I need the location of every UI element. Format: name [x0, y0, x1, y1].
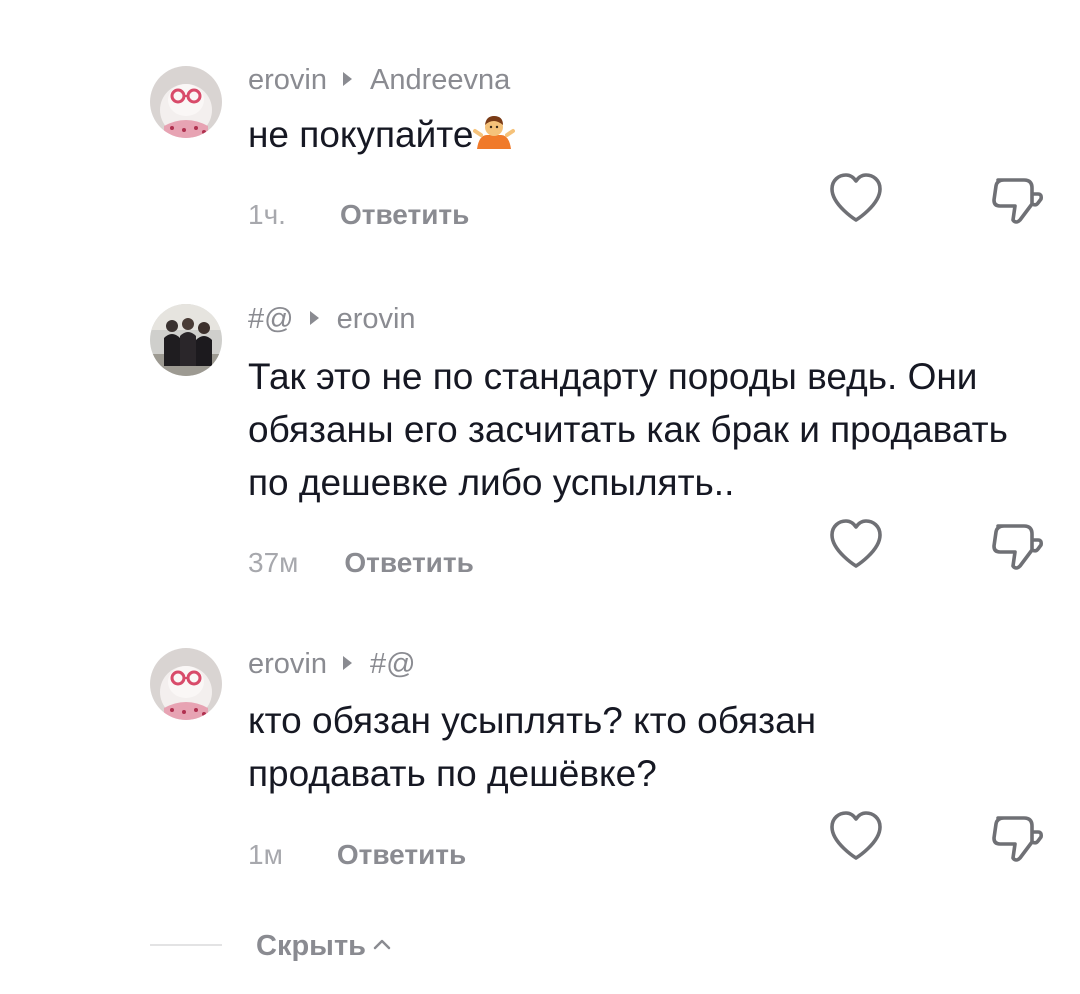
comment-header: erovin Andreevna — [248, 62, 510, 98]
chevron-up-icon — [373, 939, 391, 950]
thumbs-down-outline-icon — [992, 524, 1043, 570]
comment-text: не покупайте — [248, 108, 1048, 167]
reply-to-name[interactable]: erovin — [337, 303, 416, 335]
avatar[interactable] — [150, 66, 222, 138]
comment-header: #@ erovin — [248, 301, 416, 337]
reply-to-name[interactable]: #@ — [370, 648, 416, 680]
heart-outline-icon — [830, 811, 882, 860]
thumbs-down-outline-icon — [992, 816, 1043, 862]
heart-outline-icon — [830, 173, 882, 222]
comment-meta: 1ч. Ответить — [248, 198, 469, 232]
reply-arrow-icon — [343, 656, 352, 670]
heart-outline-icon — [830, 519, 882, 568]
avatar[interactable] — [150, 648, 222, 720]
comment-meta: 1м Ответить — [248, 838, 466, 872]
hide-replies-button[interactable]: Скрыть — [256, 928, 392, 964]
like-button[interactable] — [826, 808, 886, 864]
divider — [150, 944, 222, 946]
person-shrugging-emoji — [473, 113, 516, 167]
comment-header: erovin #@ — [248, 646, 416, 682]
cat-avatar-image — [150, 648, 222, 720]
dislike-button[interactable] — [988, 516, 1048, 572]
timestamp: 1м — [248, 839, 283, 870]
author-name[interactable]: erovin — [248, 648, 327, 680]
reply-button[interactable]: Ответить — [337, 838, 466, 872]
like-button[interactable] — [826, 170, 886, 226]
reply-arrow-icon — [343, 72, 352, 86]
comment-meta: 37м Ответить — [248, 546, 474, 580]
avatar[interactable] — [150, 304, 222, 376]
author-name[interactable]: #@ — [248, 303, 294, 335]
like-button[interactable] — [826, 516, 886, 572]
reply-button[interactable]: Ответить — [344, 546, 473, 580]
reply-to-name[interactable]: Andreevna — [370, 64, 510, 96]
comment-text: кто обязан усыплять? кто обязан продават… — [248, 700, 817, 794]
timestamp: 37м — [248, 547, 299, 578]
reply-button[interactable]: Ответить — [340, 198, 469, 232]
reply-arrow-icon — [309, 311, 319, 325]
author-name[interactable]: erovin — [248, 64, 327, 96]
dislike-button[interactable] — [988, 808, 1048, 864]
group-photo-avatar-image — [150, 304, 222, 376]
dislike-button[interactable] — [988, 170, 1048, 226]
hide-replies-label: Скрыть — [256, 930, 366, 962]
comment-text: Так это не по стандарту породы ведь. Они… — [248, 356, 1008, 503]
timestamp: 1ч. — [248, 199, 286, 230]
cat-avatar-image — [150, 66, 222, 138]
thumbs-down-outline-icon — [992, 178, 1043, 224]
